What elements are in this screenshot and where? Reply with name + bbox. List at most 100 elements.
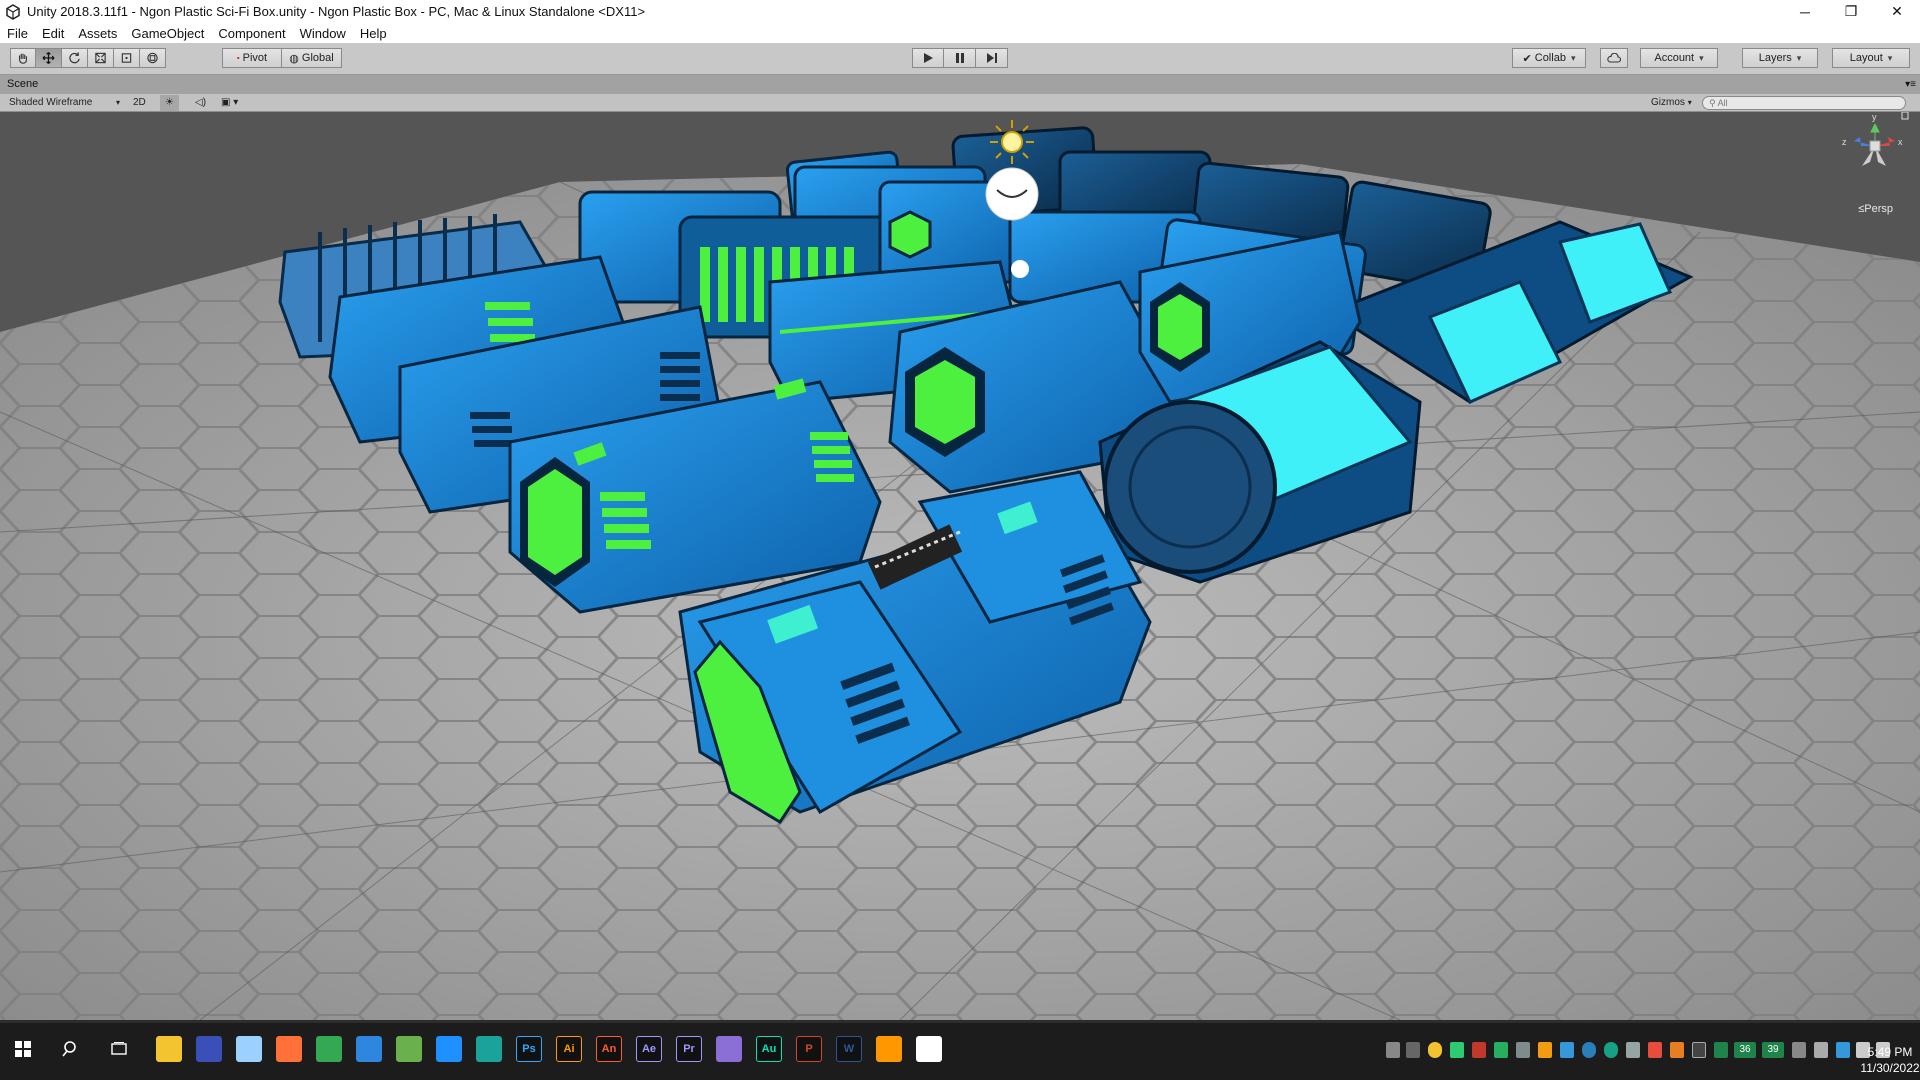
photoshop-icon[interactable]: Ps — [516, 1036, 542, 1062]
tray-feed-icon[interactable] — [1714, 1042, 1728, 1058]
maximize-button[interactable]: ❐ — [1828, 0, 1874, 23]
paint-icon[interactable] — [236, 1036, 262, 1062]
menu-edit[interactable]: Edit — [35, 26, 71, 41]
tray-people-icon[interactable] — [1386, 1042, 1400, 1058]
collab-dropdown[interactable]: ✔ Collab — [1512, 48, 1586, 68]
rect-tool-button[interactable] — [114, 48, 140, 68]
animate-icon[interactable]: An — [596, 1036, 622, 1062]
globe-icon[interactable] — [396, 1036, 422, 1062]
step-button[interactable] — [976, 48, 1008, 68]
title-bar: Unity 2018.3.11f1 - Ngon Plastic Sci-Fi … — [0, 0, 1920, 23]
globe-alt-icon[interactable] — [436, 1036, 462, 1062]
gizmos-dropdown[interactable]: Gizmos ▾ — [1646, 95, 1697, 111]
tray-keyboard-icon[interactable] — [1626, 1042, 1640, 1058]
chevron-down-icon: ▾ — [1687, 98, 1692, 107]
2d-toggle[interactable]: 2D — [128, 95, 151, 111]
minimize-button[interactable]: ─ — [1782, 0, 1828, 23]
scene-audio-toggle[interactable]: ◁) — [190, 95, 211, 111]
unity-logo-icon — [6, 3, 20, 20]
maya-icon[interactable] — [476, 1036, 502, 1062]
tray-app-icon[interactable] — [1428, 1042, 1442, 1058]
finder-icon[interactable] — [356, 1036, 382, 1062]
after-effects-icon[interactable]: Ae — [636, 1036, 662, 1062]
pause-button[interactable] — [944, 48, 976, 68]
chrome-icon[interactable] — [316, 1036, 342, 1062]
tray-antivirus-icon[interactable] — [1472, 1042, 1486, 1058]
step-forward-icon — [986, 53, 997, 63]
rotate-icon — [69, 52, 80, 64]
cloud-button[interactable] — [1600, 48, 1628, 68]
tray-creative-cloud-icon[interactable] — [1670, 1042, 1684, 1058]
layers-dropdown[interactable]: Layers — [1742, 48, 1818, 68]
scene-viewport[interactable]: y x z ≤Persp — [0, 112, 1920, 1020]
draw-mode-dropdown[interactable]: Shaded Wireframe ▾ — [4, 95, 122, 111]
tray-vpn-icon[interactable] — [1604, 1042, 1618, 1058]
taskbar-search-button[interactable] — [58, 1036, 84, 1062]
tray-drive-icon[interactable] — [1538, 1042, 1552, 1058]
layout-dropdown[interactable]: Layout — [1832, 48, 1910, 68]
premiere-icon[interactable]: Pr — [676, 1036, 702, 1062]
menu-gameobject[interactable]: GameObject — [124, 26, 211, 41]
tab-menu-icon[interactable]: ▾≡ — [1905, 75, 1916, 94]
taskbar-clock[interactable]: 5:49 PM 11/30/2022 — [1858, 1044, 1920, 1076]
scene-tab[interactable]: Scene — [7, 78, 38, 90]
close-button[interactable]: ✕ — [1874, 0, 1920, 23]
scene-search-input[interactable]: ⚲ All — [1702, 96, 1906, 110]
tray-count-39[interactable]: 39 — [1762, 1042, 1784, 1058]
start-button[interactable] — [10, 1036, 36, 1062]
tray-bluetooth-icon[interactable] — [1560, 1042, 1574, 1058]
pivot-label: Pivot — [242, 52, 268, 64]
play-button[interactable] — [912, 48, 944, 68]
tray-usb-icon[interactable] — [1406, 1042, 1420, 1058]
move-tool-button[interactable] — [36, 48, 62, 68]
tray-shield-icon[interactable] — [1450, 1042, 1464, 1058]
firefox-icon[interactable] — [276, 1036, 302, 1062]
tray-wifi-icon[interactable] — [1692, 1042, 1706, 1058]
scale-icon — [95, 52, 106, 64]
gizmo-x-label: x — [1898, 137, 1903, 147]
tray-adobe-icon[interactable] — [1648, 1042, 1662, 1058]
onedrive-icon[interactable] — [1836, 1042, 1850, 1058]
rotate-tool-button[interactable] — [62, 48, 88, 68]
tray-sync-icon[interactable] — [1582, 1042, 1596, 1058]
play-icon — [924, 53, 933, 63]
powerpoint-icon[interactable]: P — [796, 1036, 822, 1062]
sublime-icon[interactable] — [876, 1036, 902, 1062]
menu-assets[interactable]: Assets — [71, 26, 124, 41]
account-dropdown[interactable]: Account — [1640, 48, 1718, 68]
orientation-gizmo[interactable]: y x z — [1840, 112, 1910, 188]
projection-label[interactable]: ≤Persp — [1858, 203, 1893, 215]
tray-count-36[interactable]: 36 — [1734, 1042, 1756, 1058]
search-icon — [62, 1041, 76, 1057]
archive-icon[interactable] — [196, 1036, 222, 1062]
substance-icon[interactable] — [716, 1036, 742, 1062]
scale-tool-button[interactable] — [88, 48, 114, 68]
global-toggle-button[interactable]: ◍ Global — [282, 48, 342, 68]
layers-label: Layers — [1758, 52, 1792, 64]
audition-icon[interactable]: Au — [756, 1036, 782, 1062]
menu-window[interactable]: Window — [293, 26, 353, 41]
menu-help[interactable]: Help — [353, 26, 394, 41]
scene-effects-dropdown[interactable]: ▣ ▾ — [216, 95, 243, 111]
word-icon[interactable]: W — [836, 1036, 862, 1062]
unity-icon[interactable] — [916, 1036, 942, 1062]
global-label: Global — [301, 52, 334, 64]
explorer-icon[interactable] — [156, 1036, 182, 1062]
hand-tool-button[interactable] — [10, 48, 36, 68]
tray-tool-icon[interactable] — [1516, 1042, 1530, 1058]
pivot-toggle-button[interactable]: ⬝ Pivot — [222, 48, 282, 68]
task-view-button[interactable] — [106, 1036, 132, 1062]
tray-network-icon[interactable] — [1792, 1042, 1806, 1058]
illustrator-icon[interactable]: Ai — [556, 1036, 582, 1062]
menu-component[interactable]: Component — [211, 26, 292, 41]
tray-nvidia-icon[interactable] — [1494, 1042, 1508, 1058]
menu-file[interactable]: File — [0, 26, 35, 41]
transform-tool-button[interactable] — [140, 48, 166, 68]
scene-lighting-toggle[interactable]: ☀ — [160, 95, 179, 111]
volume-icon[interactable] — [1814, 1042, 1828, 1058]
scene-toolbar: Shaded Wireframe ▾ 2D ☀ ◁) ▣ ▾ Gizmos ▾ … — [0, 94, 1920, 112]
collab-label: Collab — [1534, 52, 1566, 64]
scene-render[interactable] — [0, 112, 1920, 1020]
main-toolbar: ⬝ Pivot ◍ Global ✔ Collab Account — [0, 43, 1920, 75]
gizmos-label: Gizmos — [1651, 97, 1685, 108]
